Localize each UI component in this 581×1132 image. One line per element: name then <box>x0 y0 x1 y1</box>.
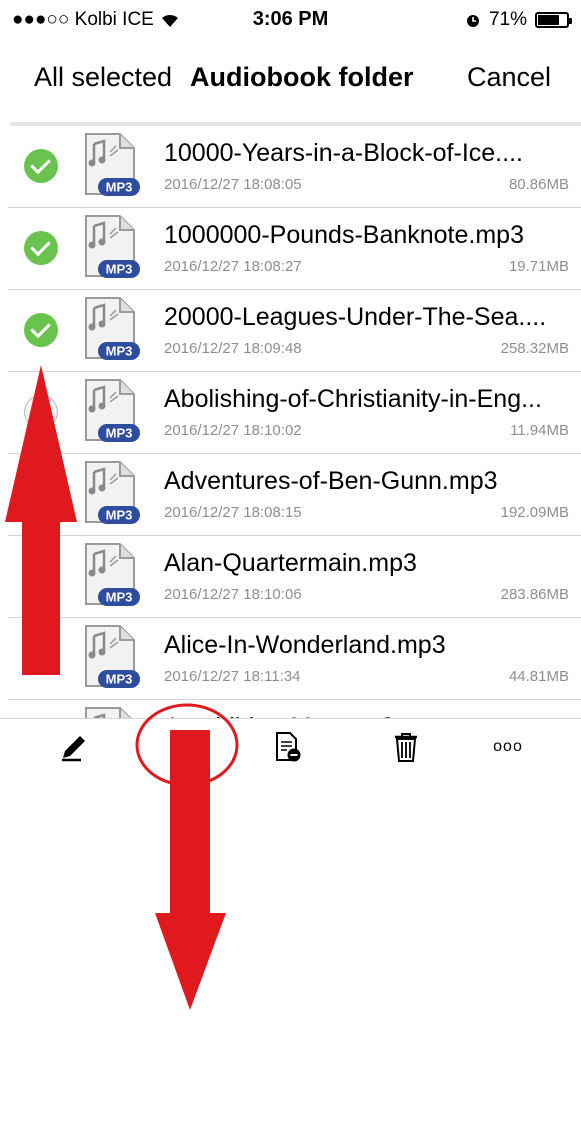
delete-button[interactable] <box>384 725 428 769</box>
file-name: 10000-Years-in-a-Block-of-Ice.... <box>164 139 523 167</box>
remove-from-list-button[interactable] <box>266 725 310 769</box>
file-row[interactable]: MP3 1000000-Pounds-Banknote.mp3 2016/12/… <box>8 208 581 290</box>
mp3-file-icon: MP3 <box>85 297 140 360</box>
copy-button[interactable] <box>166 725 210 769</box>
svg-text:MP3: MP3 <box>106 590 133 605</box>
mp3-file-icon: MP3 <box>85 707 132 718</box>
file-date: 2016/12/27 18:10:06 <box>164 586 302 603</box>
battery-percent: 71% <box>488 9 527 30</box>
bottom-toolbar: ooo <box>0 718 581 779</box>
svg-text:MP3: MP3 <box>106 344 133 359</box>
selection-checkbox[interactable] <box>24 149 58 183</box>
file-name: 20000-Leagues-Under-The-Sea.... <box>164 303 547 331</box>
file-name: Alan-Quartermain.mp3 <box>164 549 417 577</box>
mp3-file-icon: MP3 <box>85 625 140 688</box>
mp3-file-icon: MP3 <box>85 543 140 606</box>
file-row[interactable]: MP3 10000-Years-in-a-Block-of-Ice.... 20… <box>8 126 581 208</box>
all-selected-button[interactable]: All selected <box>34 62 172 93</box>
selection-checkbox[interactable] <box>24 395 58 429</box>
svg-text:MP3: MP3 <box>106 180 133 195</box>
svg-text:MP3: MP3 <box>106 426 133 441</box>
file-date: 2016/12/27 18:08:27 <box>164 258 302 275</box>
battery-icon <box>535 12 572 28</box>
more-button[interactable]: ooo <box>486 725 530 769</box>
file-row[interactable]: MP3 Abolishing-of-Christianity-in-Eng...… <box>8 372 581 454</box>
file-size: 44.81MB <box>508 668 569 685</box>
file-size: 11.94MB <box>510 422 569 439</box>
selection-checkbox[interactable] <box>24 477 58 511</box>
file-date: 2016/12/27 18:08:05 <box>164 176 302 193</box>
mp3-file-icon: MP3 <box>85 461 140 524</box>
selection-checkbox[interactable] <box>24 313 58 347</box>
edit-button[interactable] <box>52 725 96 769</box>
mp3-file-icon: MP3 <box>85 379 140 442</box>
file-row[interactable]: MP3 Amphibian-Man.mp3 2016/12/27 18:09:2… <box>8 700 581 718</box>
file-size: 80.86MB <box>508 176 569 193</box>
selection-checkbox[interactable] <box>24 559 58 593</box>
selection-checkbox[interactable] <box>24 231 58 265</box>
file-name: 1000000-Pounds-Banknote.mp3 <box>164 221 524 249</box>
file-row[interactable]: MP3 Alice-In-Wonderland.mp3 2016/12/27 1… <box>8 618 581 700</box>
remove-document-icon <box>276 732 301 762</box>
mp3-file-icon: MP3 <box>85 215 140 278</box>
file-size: 283.86MB <box>500 586 569 603</box>
mp3-file-icon: MP3 <box>85 133 140 196</box>
navigation-bar: All selected Audiobook folder Cancel <box>0 48 581 108</box>
file-name: Abolishing-of-Christianity-in-Eng... <box>164 385 542 413</box>
svg-text:MP3: MP3 <box>106 262 133 277</box>
trash-icon <box>395 733 417 762</box>
file-date: 2016/12/27 18:11:34 <box>164 668 301 685</box>
status-bar: ●●●○○ Kolbi ICE 3:06 PM 71% <box>0 0 581 40</box>
file-name: Alice-In-Wonderland.mp3 <box>164 631 446 659</box>
file-name: Adventures-of-Ben-Gunn.mp3 <box>164 467 498 495</box>
file-date: 2016/12/27 18:10:02 <box>164 422 302 439</box>
cancel-button[interactable]: Cancel <box>467 62 551 93</box>
pencil-icon <box>62 736 85 762</box>
file-size: 258.32MB <box>500 340 569 357</box>
file-row[interactable]: MP3 20000-Leagues-Under-The-Sea.... 2016… <box>8 290 581 372</box>
file-row[interactable]: MP3 Alan-Quartermain.mp3 2016/12/27 18:1… <box>8 536 581 618</box>
file-date: 2016/12/27 18:08:15 <box>164 504 302 521</box>
copy-icon <box>175 733 200 761</box>
file-list[interactable]: MP3 10000-Years-in-a-Block-of-Ice.... 20… <box>0 126 581 718</box>
selection-checkbox[interactable] <box>24 641 58 675</box>
file-date: 2016/12/27 18:09:48 <box>164 340 302 357</box>
alarm-icon <box>466 15 479 27</box>
file-size: 19.71MB <box>508 258 569 275</box>
file-row[interactable]: MP3 Adventures-of-Ben-Gunn.mp3 2016/12/2… <box>8 454 581 536</box>
battery-group: 71% <box>465 9 572 31</box>
file-size: 192.09MB <box>500 504 569 521</box>
page-title: Audiobook folder <box>190 62 414 92</box>
svg-text:MP3: MP3 <box>106 508 133 523</box>
svg-text:MP3: MP3 <box>106 672 133 687</box>
